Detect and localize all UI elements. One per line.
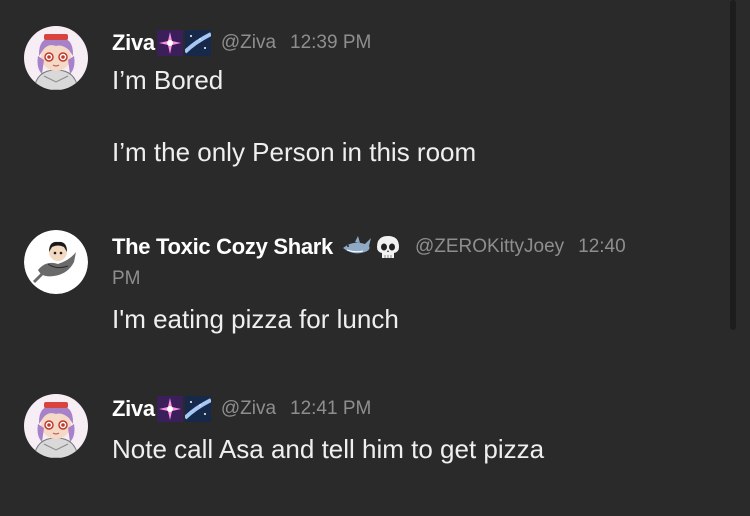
- anime-girl-avatar-icon: [24, 394, 88, 458]
- chat-message: Ziva @Zi: [0, 366, 720, 516]
- chat-message: Ziva @Zi: [0, 0, 720, 200]
- message-timestamp: 12:41 PM: [290, 398, 372, 419]
- sparkle-emoji-icon: [156, 30, 183, 56]
- user-handle[interactable]: @Ziva: [221, 32, 276, 54]
- chat-feed: Ziva @Ziva 12:39 PM I’m Bored I’m the on…: [0, 0, 750, 516]
- message-text: I'm eating pizza for lunch: [112, 304, 399, 334]
- message-text: I’m Bored: [112, 65, 224, 95]
- shark-emoji-icon: [341, 234, 373, 260]
- avatar[interactable]: [24, 26, 88, 90]
- message-header: Ziva @Zi: [112, 28, 720, 58]
- message-text: I’m the only Person in this room: [112, 137, 477, 167]
- username[interactable]: The Toxic Cozy Shark: [112, 234, 333, 260]
- milky-way-emoji-icon: [184, 30, 211, 56]
- message-header: Ziva @Zi: [112, 394, 720, 424]
- skull-emoji-icon: [375, 234, 401, 260]
- message-header: The Toxic Cozy Shark @ZEROKittyJoey 12:4…: [112, 232, 720, 262]
- message-timestamp: 12:39 PM: [290, 32, 372, 53]
- message-timestamp-continued: PM: [112, 268, 141, 289]
- message-text: Note call Asa and tell him to get pizza: [112, 434, 545, 464]
- sparkle-emoji-icon: [156, 396, 183, 422]
- anime-girl-avatar-icon: [24, 26, 88, 90]
- username[interactable]: Ziva: [112, 30, 155, 56]
- message-timestamp: 12:40: [578, 236, 626, 257]
- username[interactable]: Ziva: [112, 396, 155, 422]
- user-handle[interactable]: @ZEROKittyJoey: [415, 236, 564, 258]
- user-handle[interactable]: @Ziva: [221, 398, 276, 420]
- avatar[interactable]: [24, 230, 88, 294]
- shark-hoodie-avatar-icon: [24, 230, 88, 294]
- milky-way-emoji-icon: [184, 396, 211, 422]
- chat-message: The Toxic Cozy Shark @ZEROKittyJoey 12:4…: [0, 200, 720, 350]
- avatar[interactable]: [24, 394, 88, 458]
- scrollbar[interactable]: [730, 0, 736, 330]
